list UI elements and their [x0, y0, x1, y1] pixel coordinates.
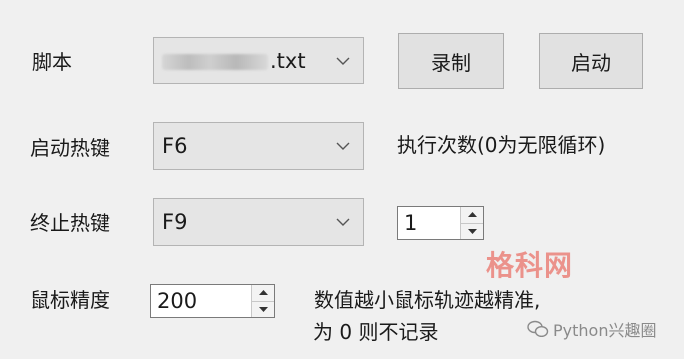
record-button[interactable]: 录制: [398, 33, 504, 89]
spin-down-button[interactable]: [252, 300, 274, 317]
spin-up-button[interactable]: [461, 207, 483, 223]
chevron-down-icon: [323, 199, 363, 245]
script-file-value: .txt: [270, 48, 306, 73]
exec-count-label: 执行次数(0为无限循环): [397, 133, 606, 157]
start-hotkey-label: 启动热键: [30, 136, 110, 160]
start-button[interactable]: 启动: [539, 33, 643, 89]
exec-count-value: 1: [404, 211, 418, 235]
account-watermark: Python兴趣圈: [527, 317, 656, 341]
start-hotkey-combobox[interactable]: F6: [153, 122, 364, 170]
caret-down-icon: [467, 228, 477, 234]
mouse-precision-label: 鼠标精度: [30, 288, 110, 312]
caret-up-icon: [467, 212, 477, 218]
caret-up-icon: [258, 290, 268, 296]
precision-hint-line1: 数值越小鼠标轨迹越精准,: [314, 288, 541, 312]
stop-hotkey-combobox[interactable]: F9: [153, 198, 364, 246]
script-file-combobox[interactable]: .txt: [153, 37, 364, 84]
script-label: 脚本: [32, 50, 72, 74]
blurred-filename: [162, 53, 268, 70]
wechat-icon: [527, 320, 549, 338]
chevron-down-icon: [323, 123, 363, 169]
mouse-precision-spinner[interactable]: 200: [150, 284, 275, 318]
chevron-down-icon: [323, 38, 363, 83]
caret-down-icon: [258, 306, 268, 312]
site-watermark: 格科网: [486, 249, 574, 282]
spin-up-button[interactable]: [252, 285, 274, 301]
account-watermark-text: Python兴趣圈: [553, 321, 657, 340]
precision-hint-line2: 为 0 则不记录: [313, 320, 439, 344]
stop-hotkey-label: 终止热键: [30, 211, 110, 235]
exec-count-spinner[interactable]: 1: [397, 206, 484, 240]
spin-down-button[interactable]: [461, 222, 483, 239]
start-hotkey-value: F6: [162, 134, 188, 158]
mouse-precision-value: 200: [157, 289, 198, 313]
stop-hotkey-value: F9: [162, 210, 188, 234]
